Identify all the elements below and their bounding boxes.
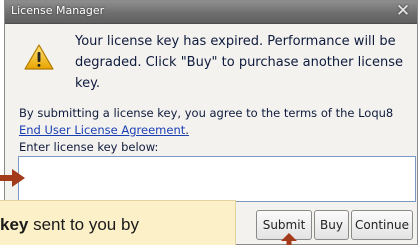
license-key-input[interactable] [18, 156, 416, 202]
terms-text: By submitting a license key, you agree t… [19, 106, 394, 120]
annotation-arrow-up-icon [281, 233, 297, 245]
expiry-message: Your license key has expired. Performanc… [75, 34, 403, 91]
warning-icon [24, 44, 54, 70]
window-title: License Manager [11, 4, 105, 17]
buy-button[interactable]: Buy [314, 210, 349, 240]
eula-link[interactable]: End User License Agreement [19, 123, 185, 137]
eula-link-suffix: . [185, 123, 189, 137]
title-bar: License Manager ✕ [5, 1, 417, 24]
callout-text: sent to you by [28, 215, 139, 234]
tutorial-callout: key sent to you by [0, 200, 236, 245]
eula-link-line: End User License Agreement. [19, 122, 189, 138]
license-key-label: Enter license key below: [19, 140, 159, 154]
annotation-arrow-right-icon [0, 169, 25, 187]
continue-button[interactable]: Continue [351, 210, 413, 240]
close-button[interactable]: ✕ [394, 2, 412, 20]
callout-bold-text: key [0, 215, 29, 234]
